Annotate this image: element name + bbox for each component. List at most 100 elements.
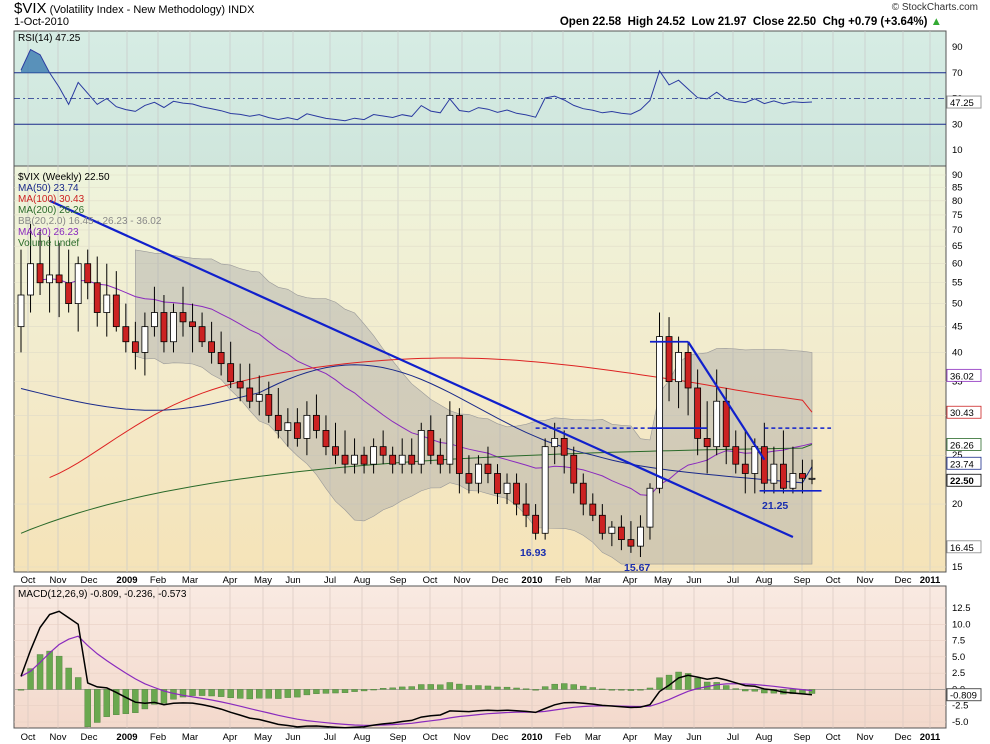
price-tick-label: 20 <box>952 499 963 510</box>
candle-body <box>255 394 263 402</box>
candle-body <box>332 446 339 456</box>
macd-tick-label: 7.5 <box>952 636 965 647</box>
price-tick-label: 75 <box>952 210 963 221</box>
price-tick-label: 15 <box>952 562 963 573</box>
candle-body <box>208 341 216 353</box>
candle-body <box>151 312 158 328</box>
macd-histogram-bar <box>475 685 482 690</box>
candle-body <box>455 414 463 474</box>
candle-body <box>46 274 53 284</box>
x-tick-label: Aug <box>354 575 371 586</box>
x-tick-label: Apr <box>623 575 638 586</box>
macd-histogram-bar <box>437 684 444 690</box>
x-tick-label: 2009 <box>116 575 137 586</box>
x-tick-label: Sep <box>390 732 407 743</box>
macd-histogram-bar <box>599 688 606 690</box>
price-tick-label: 65 <box>952 241 963 252</box>
candle-body <box>189 321 196 328</box>
macd-current-value: -0.809 <box>950 691 977 702</box>
x-tick-label: 2011 <box>920 575 941 586</box>
candle-body <box>274 414 282 431</box>
macd-histogram-bar <box>580 685 587 690</box>
candle-body <box>293 422 301 439</box>
candle-body <box>780 463 787 489</box>
candle-body <box>608 526 616 534</box>
macd-histogram-bar <box>551 683 558 690</box>
price-legend-bb: BB(20,2.0) 16.45 - 26.23 - 36.02 <box>18 216 162 227</box>
candle-body <box>160 312 168 343</box>
candle-body <box>131 341 139 353</box>
x-tick-label: Oct <box>423 732 438 743</box>
candle-body <box>646 487 654 528</box>
annotation-support-2125: 21.25 <box>762 500 788 512</box>
candle-body <box>617 526 625 541</box>
macd-histogram-bar <box>522 688 530 690</box>
candle-body <box>732 446 740 465</box>
x-tick-label: Nov <box>454 575 471 586</box>
tag-bb-low-value: 16.45 <box>950 543 974 554</box>
x-tick-label: Jul <box>727 575 739 586</box>
rsi-tick-label: 10 <box>952 145 963 156</box>
x-tick-label: May <box>654 732 672 743</box>
candle-body <box>598 514 606 534</box>
candle-body <box>808 477 816 480</box>
macd-histogram-bar <box>141 689 149 710</box>
candle-body <box>751 446 759 474</box>
x-tick-label: Dec <box>895 575 912 586</box>
tag-ma20-value: 36.02 <box>950 371 974 382</box>
candle-body <box>84 263 92 284</box>
candle-body <box>637 526 644 547</box>
x-tick-label: Apr <box>623 732 638 743</box>
x-tick-label: Jun <box>686 575 701 586</box>
x-tick-label: Sep <box>794 732 811 743</box>
x-tick-label: Feb <box>555 575 571 586</box>
macd-histogram-bar <box>46 650 53 690</box>
price-tick-label: 45 <box>952 322 963 333</box>
macd-histogram-bar <box>217 689 225 697</box>
macd-tick-label: -2.5 <box>952 701 968 712</box>
candle-body <box>65 282 73 304</box>
macd-histogram-bar <box>17 689 25 691</box>
macd-histogram-bar <box>494 686 501 690</box>
macd-histogram-bar <box>322 689 330 694</box>
x-tick-label: 2009 <box>116 732 137 743</box>
candle-body <box>446 414 454 465</box>
x-tick-label: Apr <box>223 575 238 586</box>
macd-histogram-bar <box>408 686 415 690</box>
x-tick-label: Jun <box>686 732 701 743</box>
candle-body <box>703 438 711 448</box>
macd-histogram-bar <box>55 655 63 690</box>
macd-histogram-bar <box>637 689 644 691</box>
candle-body <box>265 394 273 416</box>
x-tick-label: Nov <box>50 575 67 586</box>
macd-histogram-bar <box>341 689 349 693</box>
x-tick-label: Sep <box>390 575 407 586</box>
x-tick-label: Oct <box>826 575 841 586</box>
macd-histogram-bar <box>627 689 635 691</box>
candle-body <box>665 336 673 383</box>
candle-body <box>389 454 397 465</box>
x-tick-label: Mar <box>182 575 198 586</box>
x-tick-label: Dec <box>895 732 912 743</box>
x-tick-label: Dec <box>81 575 98 586</box>
macd-histogram-bar <box>84 689 91 728</box>
x-tick-label: Nov <box>50 732 67 743</box>
macd-histogram-bar <box>370 689 377 691</box>
candle-body <box>351 454 358 465</box>
macd-histogram-bar <box>351 689 358 692</box>
candle-body <box>303 414 311 439</box>
candle-body <box>484 463 492 474</box>
x-tick-label: Oct <box>826 732 841 743</box>
candle-body <box>198 326 206 343</box>
macd-histogram-bar <box>446 682 454 690</box>
rsi-tick-label: 90 <box>952 42 963 53</box>
candle-body <box>36 263 44 284</box>
x-tick-label: Aug <box>756 732 773 743</box>
rsi-tick-label: 30 <box>952 119 963 130</box>
macd-histogram-bar <box>94 689 101 723</box>
macd-tick-label: 2.5 <box>952 668 965 679</box>
candle-body <box>465 473 473 484</box>
candle-body <box>694 387 702 439</box>
price-tick-label: 50 <box>952 299 963 310</box>
candle-body <box>494 473 501 494</box>
